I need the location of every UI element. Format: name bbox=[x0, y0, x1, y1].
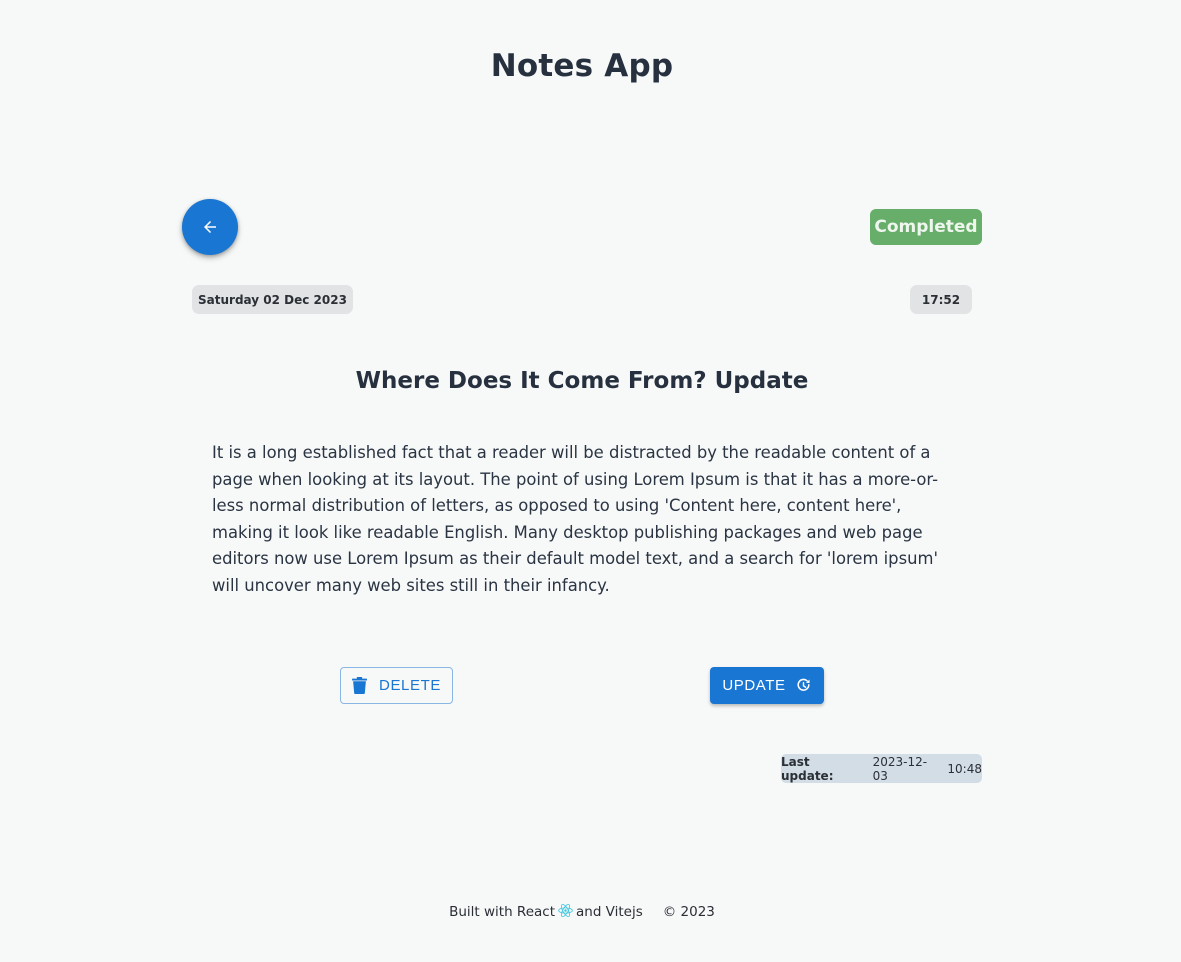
note-title: Where Does It Come From? Update bbox=[355, 368, 809, 394]
update-label: UPDATE bbox=[722, 677, 786, 694]
footer-copyright: © 2023 bbox=[662, 904, 715, 920]
footer-built-with: Built with React bbox=[449, 904, 555, 920]
delete-label: DELETE bbox=[379, 677, 441, 694]
last-update-date: 2023-12-03 bbox=[872, 754, 928, 783]
last-update-badge: Last update: 2023-12-03 10:48 bbox=[781, 754, 982, 783]
update-button[interactable]: UPDATE bbox=[710, 667, 824, 704]
footer: Built with React and Vitejs © 2023 bbox=[0, 900, 1164, 924]
back-button[interactable] bbox=[182, 199, 238, 255]
note-date: Saturday 02 Dec 2023 bbox=[192, 285, 353, 314]
refresh-icon bbox=[795, 677, 812, 694]
app-title: Notes App bbox=[490, 48, 674, 84]
arrow-left-icon bbox=[201, 218, 219, 236]
trash-icon bbox=[352, 677, 367, 694]
last-update-label: Last update: bbox=[781, 754, 834, 783]
react-logo-icon bbox=[558, 903, 573, 918]
delete-button[interactable]: DELETE bbox=[340, 667, 453, 704]
footer-and-vite: and Vitejs bbox=[575, 904, 643, 920]
last-update-time: 10:48 bbox=[947, 761, 982, 776]
note-time: 17:52 bbox=[910, 285, 972, 314]
note-body: It is a long established fact that a rea… bbox=[212, 443, 939, 595]
status-badge: Completed bbox=[870, 209, 982, 245]
